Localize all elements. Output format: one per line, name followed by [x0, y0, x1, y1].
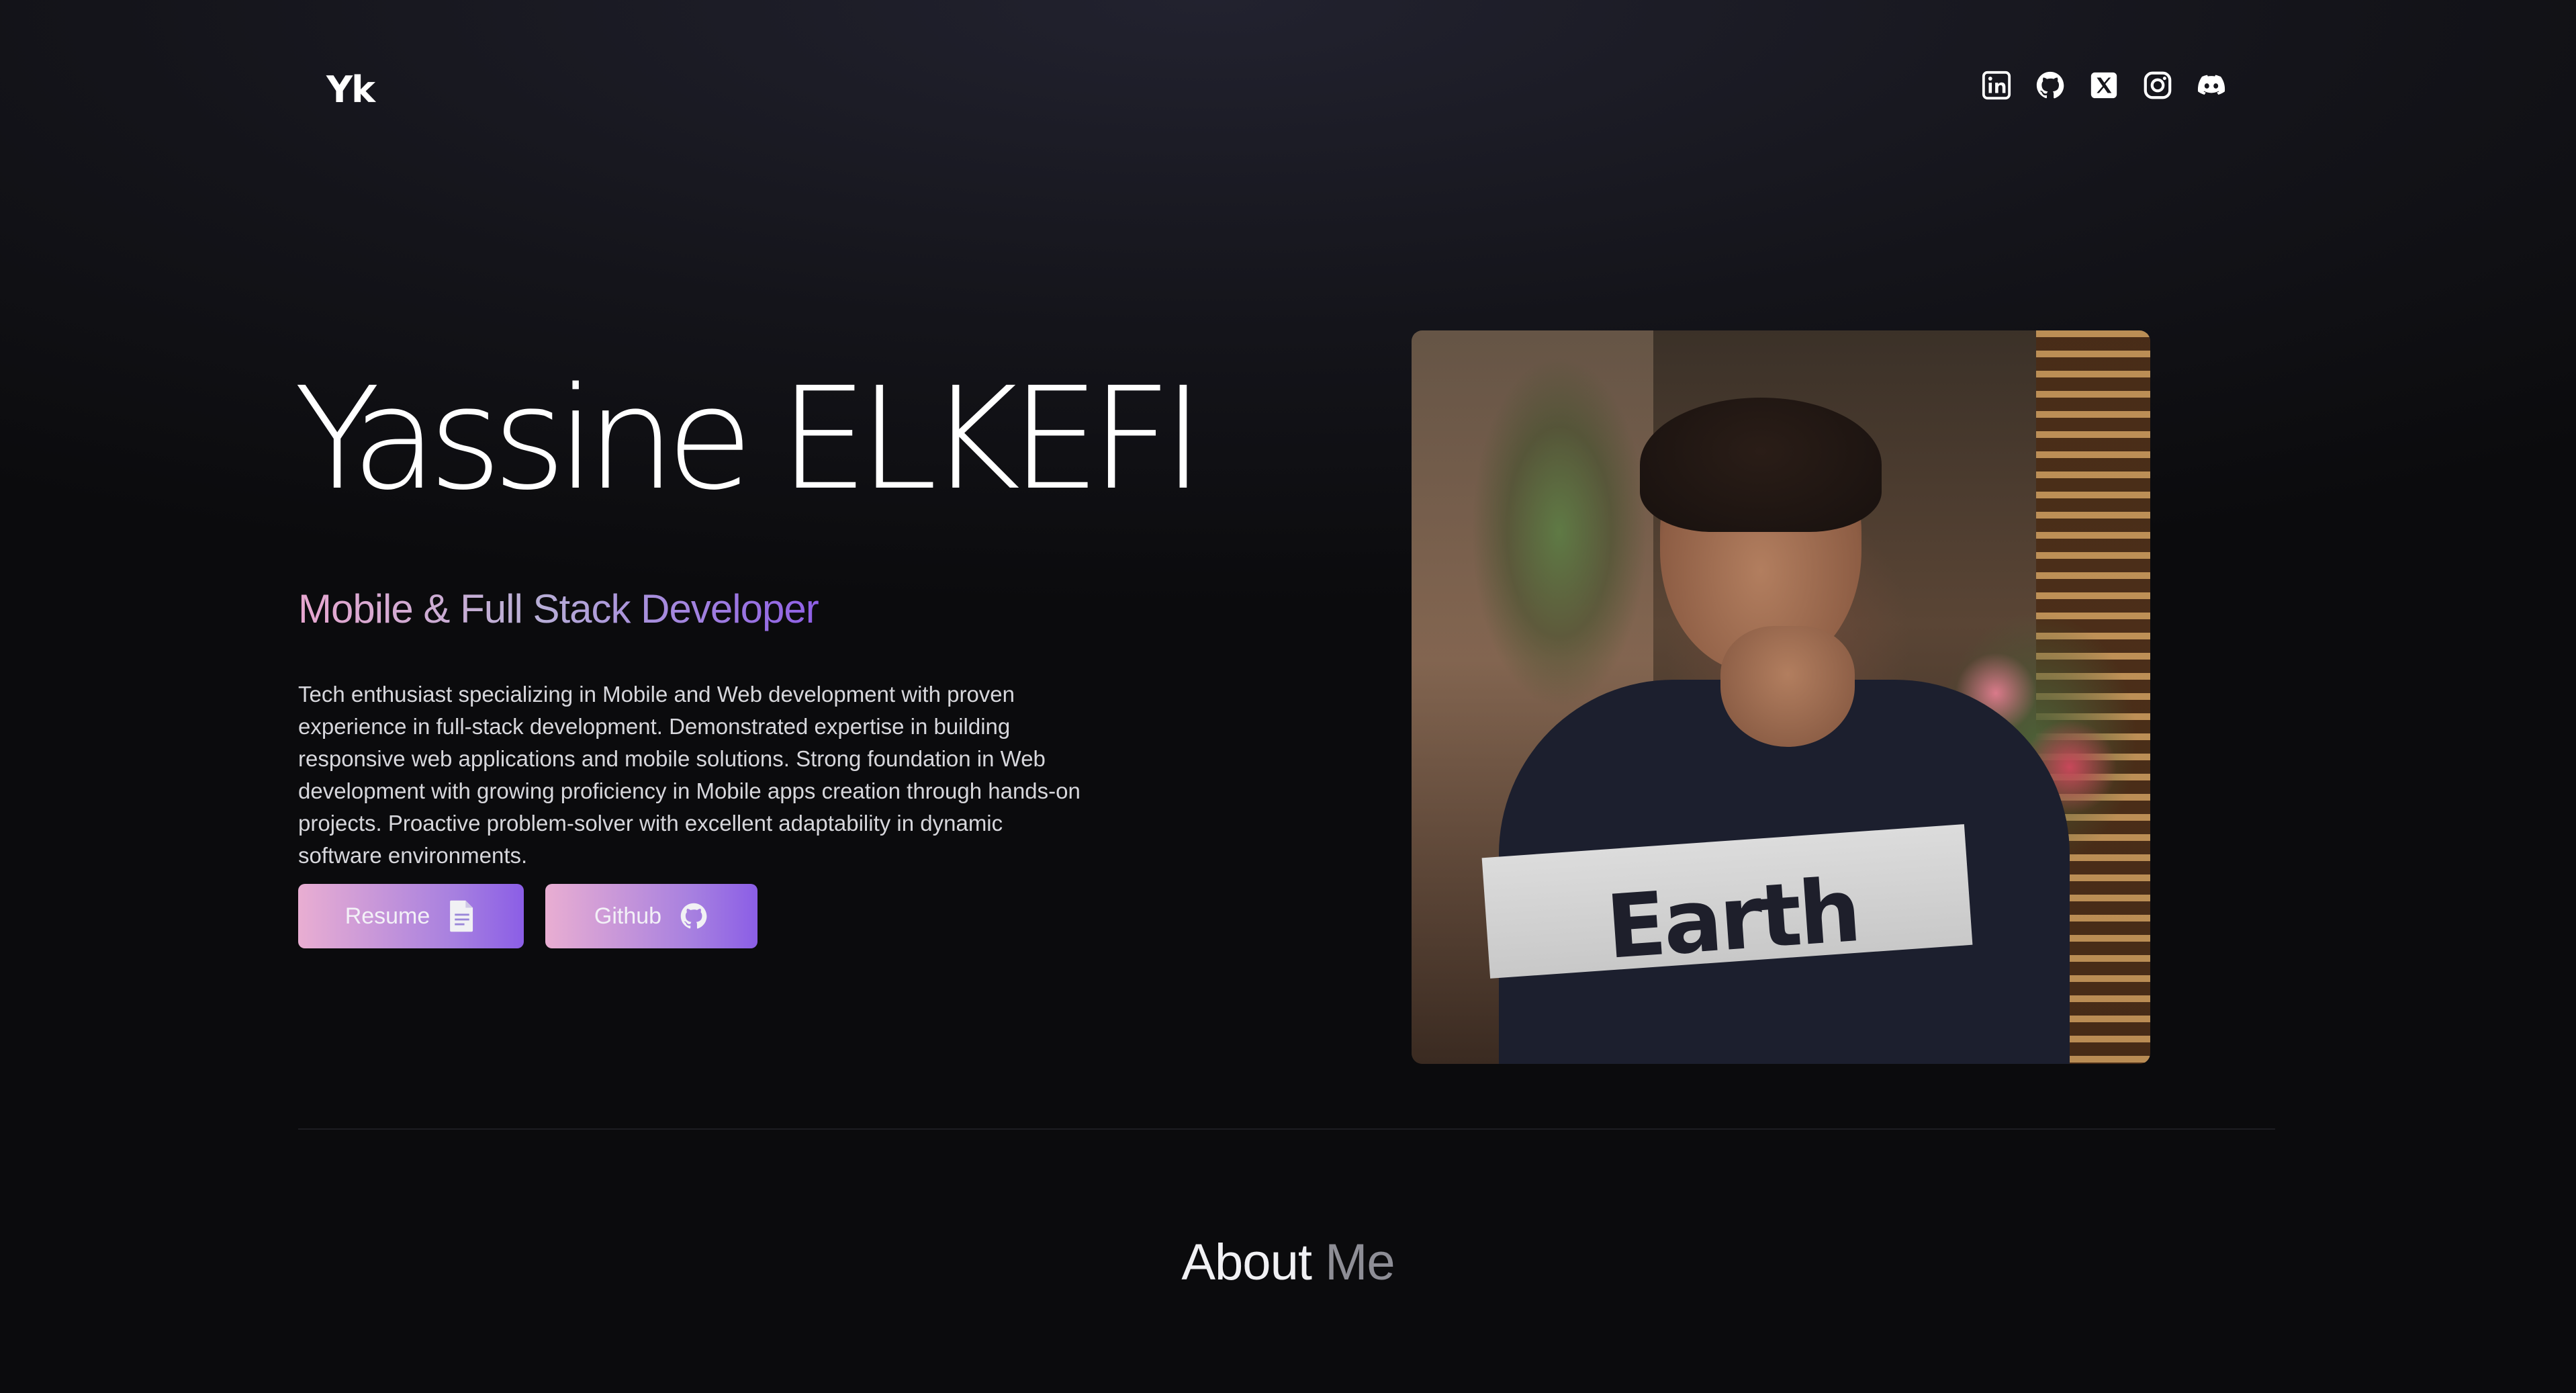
site-logo[interactable]: Yk: [326, 69, 375, 111]
x-twitter-icon[interactable]: [2088, 70, 2119, 101]
github-button[interactable]: Github: [545, 884, 757, 948]
resume-button-label: Resume: [344, 903, 430, 929]
linkedin-icon[interactable]: [1981, 70, 2012, 101]
discord-icon[interactable]: [2196, 70, 2227, 101]
document-icon: [450, 900, 473, 932]
about-title-word2: Me: [1325, 1234, 1395, 1291]
hero-description: Tech enthusiast specializing in Mobile a…: [298, 682, 1080, 868]
instagram-icon[interactable]: [2142, 70, 2173, 101]
hero-actions: Resume Github: [298, 884, 757, 948]
photo-sweater-print: Earth: [1603, 859, 1862, 979]
github-button-label: Github: [594, 903, 662, 929]
hero-name: Yassine ELKEFI: [294, 357, 1204, 521]
photo-hair: [1640, 398, 1882, 532]
photo-hand: [1720, 626, 1855, 747]
about-section-title: About Me: [0, 1233, 2576, 1292]
photo-plant: [1472, 357, 1647, 707]
social-links: [1981, 70, 2227, 101]
about-title-word1: About: [1181, 1234, 1312, 1291]
github-icon: [680, 903, 707, 929]
profile-photo: Earth: [1412, 330, 2150, 1064]
hero-role: Mobile & Full Stack Developer: [298, 586, 819, 631]
github-icon[interactable]: [2035, 70, 2066, 101]
resume-button[interactable]: Resume: [298, 884, 524, 948]
section-divider: [298, 1128, 2275, 1130]
